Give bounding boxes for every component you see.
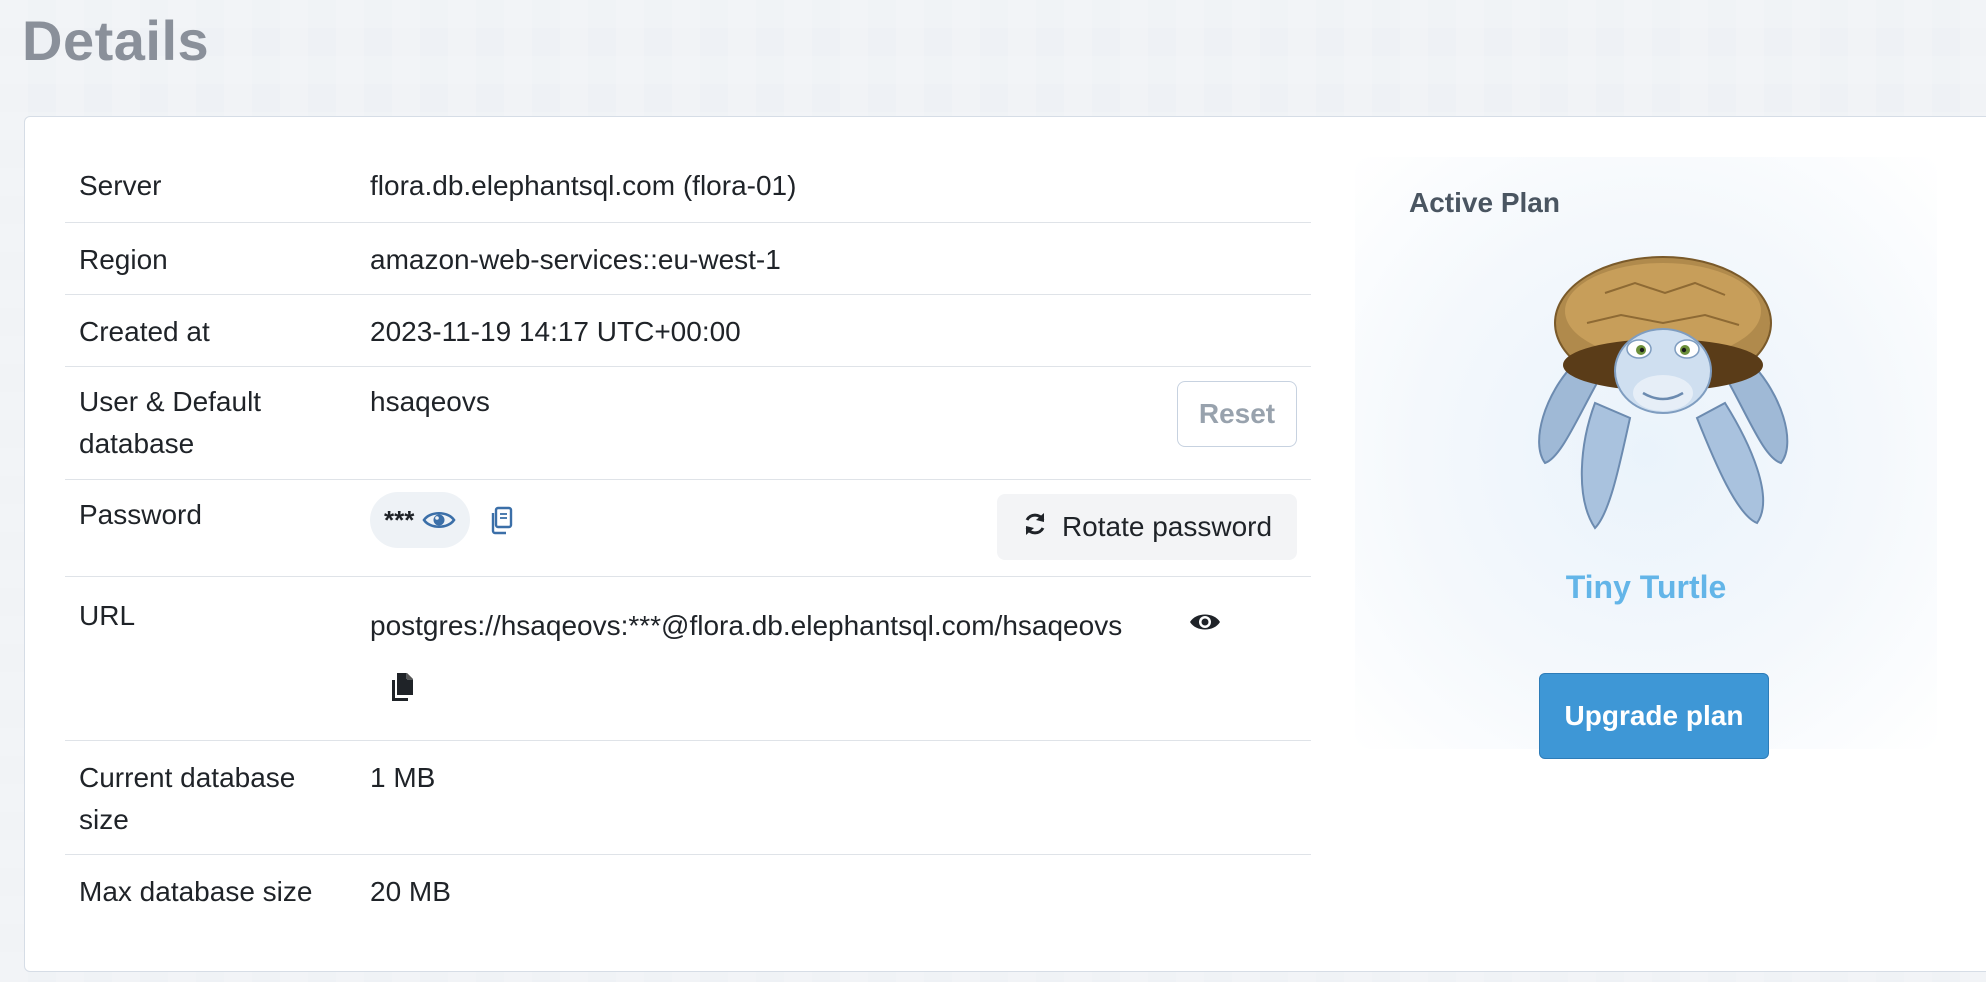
user-value-cell: hsaqeovs Reset [370,381,1311,479]
plan-heading: Active Plan [1409,187,1560,218]
max-size-value: 20 MB [370,876,451,907]
detail-row-max-size: Max database size 20 MB [65,855,1311,935]
copy-icon[interactable] [488,506,514,536]
reset-button[interactable]: Reset [1177,381,1297,447]
current-size-value: 1 MB [370,762,436,793]
created-at-value: 2023-11-19 14:17 UTC+00:00 [370,316,741,347]
rotate-password-button[interactable]: Rotate password [997,494,1297,560]
current-size-label-line2: size [79,804,129,835]
region-label: Region [79,244,168,275]
page-title: Details [22,9,210,72]
password-label: Password [79,499,202,530]
file-copy-icon[interactable] [388,671,414,703]
detail-row-user: User & Default database hsaqeovs Reset [65,367,1311,480]
detail-row-created-at: Created at 2023-11-19 14:17 UTC+00:00 [65,295,1311,367]
upgrade-plan-button[interactable]: Upgrade plan [1539,673,1769,759]
current-size-label-line1: Current database [79,762,296,793]
url-label: URL [79,600,136,631]
detail-row-server: Server flora.db.elephantsql.com (flora-0… [65,153,1311,223]
eye-icon[interactable] [422,508,456,532]
password-masked: *** [384,505,415,535]
password-field: *** [370,492,471,548]
eye-icon[interactable] [1188,609,1222,635]
server-value: flora.db.elephantsql.com (flora-01) [370,170,797,201]
detail-row-current-size: Current database size 1 MB [65,741,1311,855]
created-at-label: Created at [79,316,210,347]
user-label-line2: database [79,428,195,459]
password-value-cell: *** Rotate password [370,492,1311,576]
plan-name: Tiny Turtle [1565,569,1727,605]
active-plan-panel: Active Plan Tiny Turtle Upgrade plan [1355,157,1937,759]
details-table: Server flora.db.elephantsql.com (flora-0… [65,153,1311,935]
user-label: User & Default database [65,381,370,479]
user-label-line1: User & Default [79,386,262,417]
turtle-illustration [1525,253,1801,538]
user-value: hsaqeovs [370,386,490,417]
detail-row-password: Password *** Rotate password [65,480,1311,577]
rotate-password-label: Rotate password [1061,511,1273,542]
max-size-label: Max database size [79,876,313,907]
current-size-label: Current database size [65,757,370,854]
refresh-icon [1022,511,1048,544]
region-value: amazon-web-services::eu-west-1 [370,244,781,275]
server-label: Server [79,170,162,201]
detail-row-url: URL postgres://hsaqeovs:***@flora.db.ele… [65,577,1311,741]
url-value-cell: postgres://hsaqeovs:***@flora.db.elephan… [370,595,1311,740]
details-card: Server flora.db.elephantsql.com (flora-0… [24,116,1986,972]
url-value: postgres://hsaqeovs:***@flora.db.elephan… [370,610,1123,641]
detail-row-region: Region amazon-web-services::eu-west-1 [65,223,1311,295]
